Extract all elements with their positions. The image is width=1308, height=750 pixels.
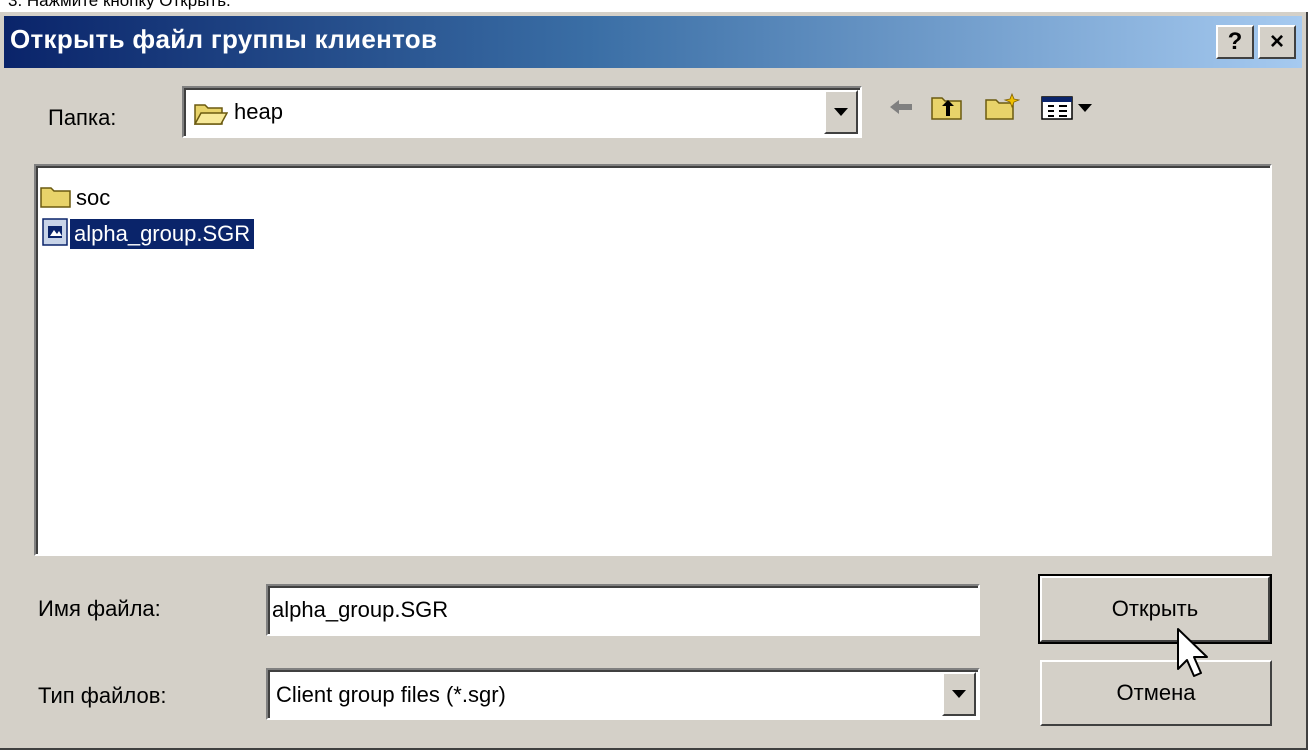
list-item-soc[interactable]: soc bbox=[40, 182, 114, 214]
open-button[interactable]: Открыть bbox=[1038, 574, 1272, 644]
back-arrow-icon[interactable] bbox=[886, 92, 916, 122]
close-button[interactable]: × bbox=[1258, 25, 1296, 59]
file-name: alpha_group.SGR bbox=[68, 218, 256, 250]
file-list[interactable]: soc alpha_group.SGR bbox=[34, 164, 1272, 556]
filename-field[interactable] bbox=[266, 584, 980, 636]
filetype-dropdown-button[interactable] bbox=[942, 672, 976, 716]
open-button-label: Открыть bbox=[1111, 596, 1199, 621]
list-item-alpha-group[interactable]: alpha_group.SGR bbox=[40, 217, 256, 252]
window-title: Открыть файл группы клиентов bbox=[10, 24, 438, 54]
instruction-text: 3. Нажмите кнопку Открыть. bbox=[8, 0, 231, 10]
sgr-file-icon bbox=[40, 217, 70, 252]
title-bar[interactable]: Открыть файл группы клиентов ? × bbox=[4, 16, 1302, 68]
new-folder-icon[interactable] bbox=[984, 92, 1021, 122]
filetype-value: Client group files (*.sgr) bbox=[276, 682, 506, 707]
folder-icon bbox=[40, 183, 72, 214]
cancel-button[interactable]: Отмена bbox=[1040, 660, 1272, 726]
instruction-text-strip: 3. Нажмите кнопку Открыть. bbox=[0, 0, 1308, 12]
filename-input[interactable] bbox=[272, 588, 974, 632]
folder-label: Папка: bbox=[48, 105, 117, 130]
up-folder-icon[interactable] bbox=[930, 92, 964, 122]
file-name: soc bbox=[76, 185, 111, 210]
filetype-combo[interactable]: Client group files (*.sgr) bbox=[266, 668, 980, 720]
folder-dropdown-button[interactable] bbox=[824, 90, 858, 134]
filetype-label: Тип файлов: bbox=[38, 683, 167, 708]
cancel-button-label: Отмена bbox=[1116, 680, 1196, 705]
folder-open-icon bbox=[193, 100, 229, 131]
folder-combo[interactable]: heap bbox=[182, 86, 862, 138]
mouse-pointer-icon bbox=[1176, 627, 1210, 686]
help-button[interactable]: ? bbox=[1216, 25, 1254, 59]
filename-label: Имя файла: bbox=[38, 596, 161, 621]
folder-current: heap bbox=[234, 99, 283, 124]
open-file-dialog: Открыть файл группы клиентов ? × Папка: … bbox=[0, 12, 1308, 750]
view-menu-icon[interactable] bbox=[1040, 92, 1098, 122]
